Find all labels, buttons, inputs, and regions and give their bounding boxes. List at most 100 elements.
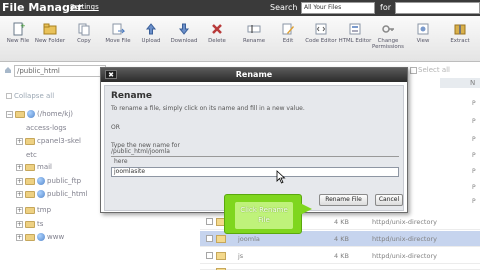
tree-item-label: access-logs: [26, 124, 67, 132]
expand-icon[interactable]: +: [16, 163, 23, 171]
collapse-all-label: Collapse all: [14, 92, 55, 100]
expand-icon[interactable]: +: [16, 206, 23, 214]
expand-icon[interactable]: +: [16, 190, 23, 198]
new-file-button[interactable]: + New File: [0, 22, 36, 60]
row-perm-fragment: P: [472, 136, 476, 143]
row-perm-fragment: P: [472, 168, 476, 175]
table-row[interactable]: js 4 KB httpd/unix-directory: [200, 248, 480, 264]
tree-root-label: (/home/kj): [37, 110, 74, 118]
rename-button[interactable]: Rename: [236, 22, 272, 60]
tree-root[interactable]: − (/home/kj): [6, 109, 73, 119]
table-row[interactable]: [200, 264, 480, 270]
toolbar-label: Move File: [105, 38, 131, 44]
row-perm-fragment: P: [472, 198, 476, 205]
expand-icon[interactable]: +: [16, 233, 23, 241]
upload-button[interactable]: Upload: [133, 22, 169, 60]
tree-item-label: public_ftp: [47, 177, 82, 185]
for-label: for: [380, 3, 391, 12]
toolbar-label: Download: [170, 38, 198, 44]
collapse-all-link[interactable]: Collapse all: [6, 92, 54, 100]
move-file-button[interactable]: Move File: [100, 22, 136, 60]
globe-icon: [37, 177, 45, 185]
tree-item-label: public_html: [47, 190, 88, 198]
cancel-button[interactable]: Cancel: [375, 194, 403, 206]
tree-item-label: www: [47, 233, 65, 241]
new-name-input[interactable]: joomlasite: [111, 167, 399, 177]
tree-item-access-logs[interactable]: access-logs: [26, 123, 66, 133]
tree-item-public-ftp[interactable]: + public_ftp: [16, 176, 81, 186]
callout-line1: Click Rename: [240, 206, 288, 214]
delete-button[interactable]: Delete: [199, 22, 235, 60]
globe-icon: [27, 110, 35, 118]
row-checkbox[interactable]: [206, 235, 213, 242]
toolbar-label: Upload: [141, 38, 161, 44]
code-editor-icon: [315, 23, 327, 35]
toolbar-label: HTML Editor: [338, 38, 372, 44]
tree-item-ts[interactable]: + ts: [16, 219, 43, 229]
toolbar-label: Rename: [242, 38, 266, 44]
tree-item-mail[interactable]: + mail: [16, 162, 52, 172]
folder-icon: [216, 235, 226, 243]
settings-link[interactable]: Settings: [70, 2, 99, 13]
view-icon: [417, 23, 429, 35]
folder-icon: [25, 163, 35, 171]
extract-button[interactable]: Extract: [442, 22, 478, 60]
file-type: httpd/unix-directory: [372, 235, 437, 243]
file-name[interactable]: js: [238, 252, 243, 260]
tree-item-public-html[interactable]: + public_html: [16, 189, 88, 199]
tree-item-tmp[interactable]: + tmp: [16, 205, 51, 215]
search-scope-select[interactable]: All Your Files: [301, 2, 375, 14]
change-permissions-button[interactable]: Change Permissions: [370, 22, 406, 60]
view-button[interactable]: View: [405, 22, 441, 60]
callout-text: Click Rename File: [235, 202, 293, 229]
dialog-heading: Rename: [111, 91, 152, 101]
dialog-body: Rename To rename a file, simply click on…: [104, 85, 404, 211]
tree-item-label: cpanel3-skel: [37, 137, 81, 145]
callout-arrow-icon: [300, 203, 312, 215]
row-checkbox[interactable]: [206, 218, 213, 225]
expand-icon[interactable]: +: [16, 137, 23, 145]
tree-item-label: ts: [37, 220, 44, 228]
edit-button[interactable]: Edit: [270, 22, 306, 60]
new-folder-icon: [43, 23, 57, 35]
search-input[interactable]: [395, 2, 480, 14]
home-icon[interactable]: [4, 66, 12, 74]
html-editor-button[interactable]: HTML Editor: [337, 22, 373, 60]
collapse-toggle-icon[interactable]: −: [6, 110, 13, 118]
column-header[interactable]: N: [440, 78, 480, 88]
row-checkbox[interactable]: [206, 252, 213, 259]
tree-item-cpanel3-skel[interactable]: + cpanel3-skel: [16, 136, 81, 146]
row-perm-fragment: P: [472, 100, 476, 107]
toolbar-label: Extract: [450, 38, 470, 44]
tree-item-www[interactable]: + www: [16, 232, 64, 242]
dialog-title: Rename: [101, 68, 407, 82]
toolbar-label: Edit: [282, 38, 294, 44]
dialog-instructions: To rename a file, simply click on its na…: [111, 105, 305, 112]
tree-item-etc[interactable]: etc: [26, 150, 37, 160]
row-perm-fragment: P: [472, 184, 476, 191]
row-perm-fragment: P: [472, 152, 476, 159]
select-all-checkbox[interactable]: [410, 67, 417, 74]
folder-icon: [216, 252, 226, 260]
folder-icon: [25, 233, 35, 241]
expand-icon[interactable]: +: [16, 220, 23, 228]
search-label: Search: [270, 3, 298, 12]
rename-file-button[interactable]: Rename File: [319, 194, 368, 206]
file-name[interactable]: joomla: [238, 235, 260, 243]
file-type: httpd/unix-directory: [372, 252, 437, 260]
tree-item-label: tmp: [37, 206, 52, 214]
expand-icon[interactable]: +: [16, 177, 23, 185]
close-icon[interactable]: ✖: [105, 70, 117, 79]
toolbar-label: Copy: [77, 38, 91, 44]
rename-icon: [247, 25, 261, 33]
path-input[interactable]: /public_html: [14, 65, 106, 77]
select-all-label[interactable]: Select all: [418, 66, 450, 74]
callout-line2: File: [258, 216, 270, 224]
copy-button[interactable]: Copy: [66, 22, 102, 60]
globe-icon: [37, 190, 45, 198]
file-size: 4 KB: [334, 218, 349, 226]
code-editor-button[interactable]: Code Editor: [303, 22, 339, 60]
download-button[interactable]: Download: [166, 22, 202, 60]
new-folder-button[interactable]: New Folder: [32, 22, 68, 60]
folder-icon: [25, 206, 35, 214]
